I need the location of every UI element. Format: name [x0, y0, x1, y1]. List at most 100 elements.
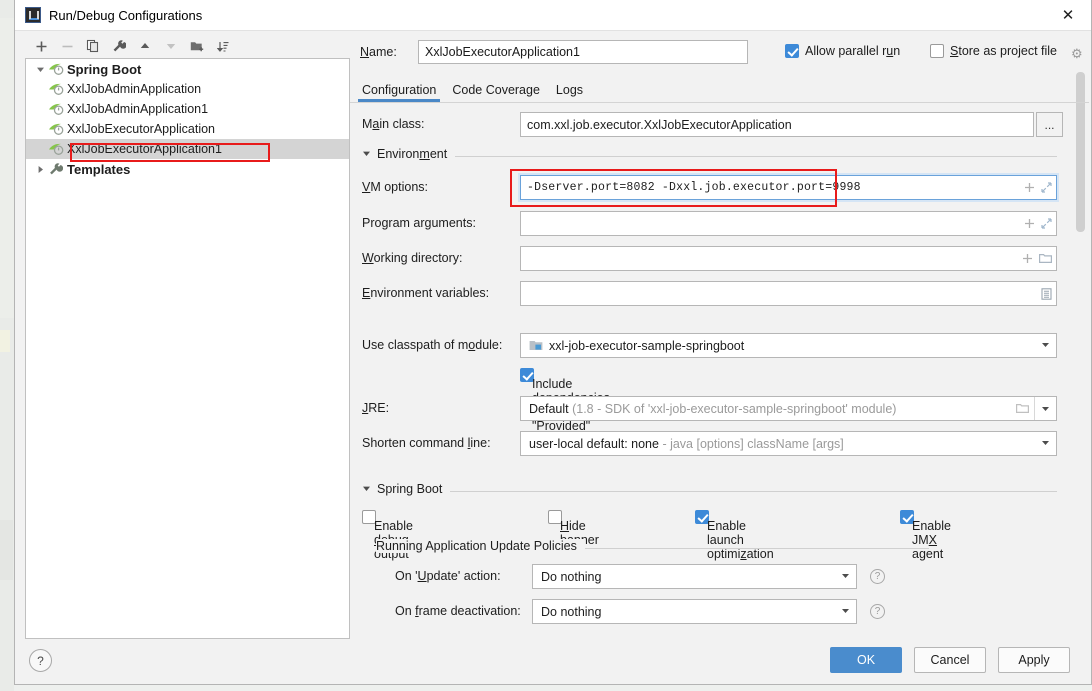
chevron-right-icon[interactable] — [32, 165, 48, 174]
spring-boot-section-header[interactable]: Spring Boot — [350, 478, 1089, 504]
copy-configuration-button[interactable] — [81, 35, 105, 57]
environment-section-label: Environment — [377, 147, 448, 161]
chevron-down-icon[interactable] — [836, 571, 854, 582]
environment-section-header[interactable]: Environment — [350, 143, 1089, 169]
tree-item-2[interactable]: XxlJobExecutorApplication — [26, 119, 349, 139]
help-button[interactable]: ? — [29, 649, 52, 672]
environment-variables-input[interactable] — [520, 281, 1057, 306]
apply-button[interactable]: Apply — [998, 647, 1070, 673]
folder-icon[interactable] — [1010, 403, 1034, 414]
working-directory-label: Working directory: — [362, 251, 463, 265]
jre-hint: (1.8 - SDK of 'xxl-job-executor-sample-s… — [572, 401, 897, 416]
gear-icon[interactable]: ⚙ — [1071, 46, 1083, 62]
on-update-action-value: Do nothing — [541, 569, 602, 584]
folder-add-icon[interactable] — [185, 35, 209, 57]
add-configuration-button[interactable] — [29, 35, 53, 57]
shorten-command-line-value: user-local default: none — [529, 436, 659, 451]
chevron-down-icon[interactable] — [362, 484, 371, 495]
name-input[interactable]: XxlJobExecutorApplication1 — [418, 40, 748, 64]
chevron-down-icon[interactable] — [32, 65, 48, 74]
chevron-down-icon[interactable] — [1036, 438, 1054, 449]
name-label: Name: — [360, 45, 397, 59]
tab-configuration[interactable]: Configuration — [357, 83, 441, 102]
on-frame-deactivation-row: On frame deactivation: Do nothing ? — [350, 595, 1089, 630]
add-macro-icon[interactable] — [1022, 253, 1033, 264]
move-up-button[interactable] — [133, 35, 157, 57]
tab-separator — [350, 102, 1089, 103]
close-icon[interactable]: ✕ — [1045, 0, 1091, 30]
spring-boot-options-row: Enable debug output Hide banner Enable l… — [350, 504, 1089, 561]
program-arguments-label: Program arguments: — [362, 216, 476, 230]
hide-banner-checkbox[interactable]: Hide banner — [548, 510, 599, 547]
on-update-action-combo[interactable]: Do nothing — [532, 564, 857, 589]
jre-combo[interactable]: Default (1.8 - SDK of 'xxl-job-executor-… — [520, 396, 1057, 421]
tree-item-1[interactable]: XxlJobAdminApplication1 — [26, 99, 349, 119]
use-classpath-label: Use classpath of module: — [362, 338, 503, 352]
main-class-browse-button[interactable]: ... — [1036, 112, 1063, 137]
tree-item-0[interactable]: XxlJobAdminApplication — [26, 79, 349, 99]
include-provided-checkbox[interactable]: Include dependencies with "Provided" sco… — [520, 368, 610, 447]
allow-parallel-run-checkbox[interactable]: Allow parallel run — [785, 44, 900, 58]
vm-options-value: -Dserver.port=8082 -Dxxl.job.executor.po… — [527, 181, 861, 194]
on-frame-deactivation-combo[interactable]: Do nothing — [532, 599, 857, 624]
intellij-idea-icon — [25, 7, 41, 23]
chevron-down-icon[interactable] — [1036, 340, 1054, 351]
vm-options-input[interactable]: -Dserver.port=8082 -Dxxl.job.executor.po… — [520, 175, 1057, 200]
store-as-project-file-checkbox[interactable]: Store as project file — [930, 44, 1057, 58]
tab-logs[interactable]: Logs — [556, 83, 583, 102]
expand-editor-icon[interactable] — [1041, 218, 1052, 229]
environment-variables-label: Environment variables: — [362, 286, 490, 300]
jre-label: JRE: — [362, 401, 390, 415]
question-mark-icon[interactable]: ? — [870, 604, 885, 619]
tab-code-coverage[interactable]: Code Coverage — [452, 83, 540, 102]
include-provided-row: Include dependencies with "Provided" sco… — [350, 364, 1089, 447]
move-down-button[interactable] — [159, 35, 183, 57]
ok-button[interactable]: OK — [830, 647, 902, 673]
tree-group-label: Spring Boot — [67, 61, 142, 77]
store-as-project-file-label: Store as project file — [950, 44, 1058, 58]
main-class-input[interactable]: com.xxl.job.executor.XxlJobExecutorAppli… — [520, 112, 1034, 137]
tree-group-templates[interactable]: Templates — [26, 159, 349, 179]
program-arguments-input[interactable] — [520, 211, 1057, 236]
use-classpath-combo[interactable]: xxl-job-executor-sample-springboot — [520, 333, 1057, 358]
tree-item-3-selected[interactable]: XxlJobExecutorApplication1 — [26, 139, 349, 159]
enable-jmx-agent-checkbox[interactable]: Enable JMX agent — [900, 510, 951, 561]
add-macro-icon[interactable] — [1024, 218, 1035, 229]
checkbox-box — [785, 44, 799, 58]
tree-templates-label: Templates — [67, 161, 131, 177]
chevron-down-icon[interactable] — [836, 606, 854, 617]
chevron-down-icon[interactable] — [362, 149, 371, 160]
folder-icon[interactable] — [1039, 253, 1052, 264]
configurations-toolbar — [25, 33, 350, 59]
configuration-form: Main class: com.xxl.job.executor.XxlJobE… — [350, 108, 1089, 630]
wrench-icon[interactable] — [107, 35, 131, 57]
spring-boot-section-label: Spring Boot — [377, 482, 443, 496]
enable-debug-output-checkbox[interactable]: Enable debug output — [362, 510, 413, 561]
dialog-button-bar: ? OK Cancel Apply — [15, 638, 1091, 684]
jre-row: JRE: Default (1.8 - SDK of 'xxl-job-exec… — [350, 392, 1089, 427]
module-icon — [529, 339, 543, 352]
add-macro-icon[interactable] — [1024, 182, 1035, 193]
enable-launch-optimization-checkbox[interactable]: Enable launch optimization — [695, 510, 774, 561]
main-class-label: Main class: — [362, 117, 425, 131]
on-update-action-label: On 'Update' action: — [395, 569, 501, 583]
name-input-value: XxlJobExecutorApplication1 — [425, 45, 580, 59]
cancel-button[interactable]: Cancel — [914, 647, 986, 673]
ide-background-strip — [0, 0, 14, 691]
sort-icon[interactable] — [211, 35, 235, 57]
question-mark-icon[interactable]: ? — [870, 569, 885, 584]
remove-configuration-button[interactable] — [55, 35, 79, 57]
shorten-command-line-label: Shorten command line: — [362, 436, 491, 450]
tree-item-label: XxlJobAdminApplication1 — [67, 102, 209, 116]
on-frame-deactivation-label: On frame deactivation: — [395, 604, 521, 618]
chevron-down-icon[interactable] — [1034, 397, 1056, 420]
expand-editor-icon[interactable] — [1041, 182, 1052, 193]
tree-group-spring-boot[interactable]: Spring Boot — [26, 59, 349, 79]
configurations-tree[interactable]: Spring Boot XxlJobAdminApplication XxlJo… — [25, 58, 350, 639]
update-policies-label: Running Application Update Policies — [376, 539, 577, 553]
edit-variables-icon[interactable] — [1041, 287, 1052, 300]
main-class-value: com.xxl.job.executor.XxlJobExecutorAppli… — [527, 117, 792, 132]
working-directory-input[interactable] — [520, 246, 1057, 271]
title-bar: Run/Debug Configurations ✕ — [15, 0, 1091, 31]
shorten-command-line-combo[interactable]: user-local default: none - java [options… — [520, 431, 1057, 456]
